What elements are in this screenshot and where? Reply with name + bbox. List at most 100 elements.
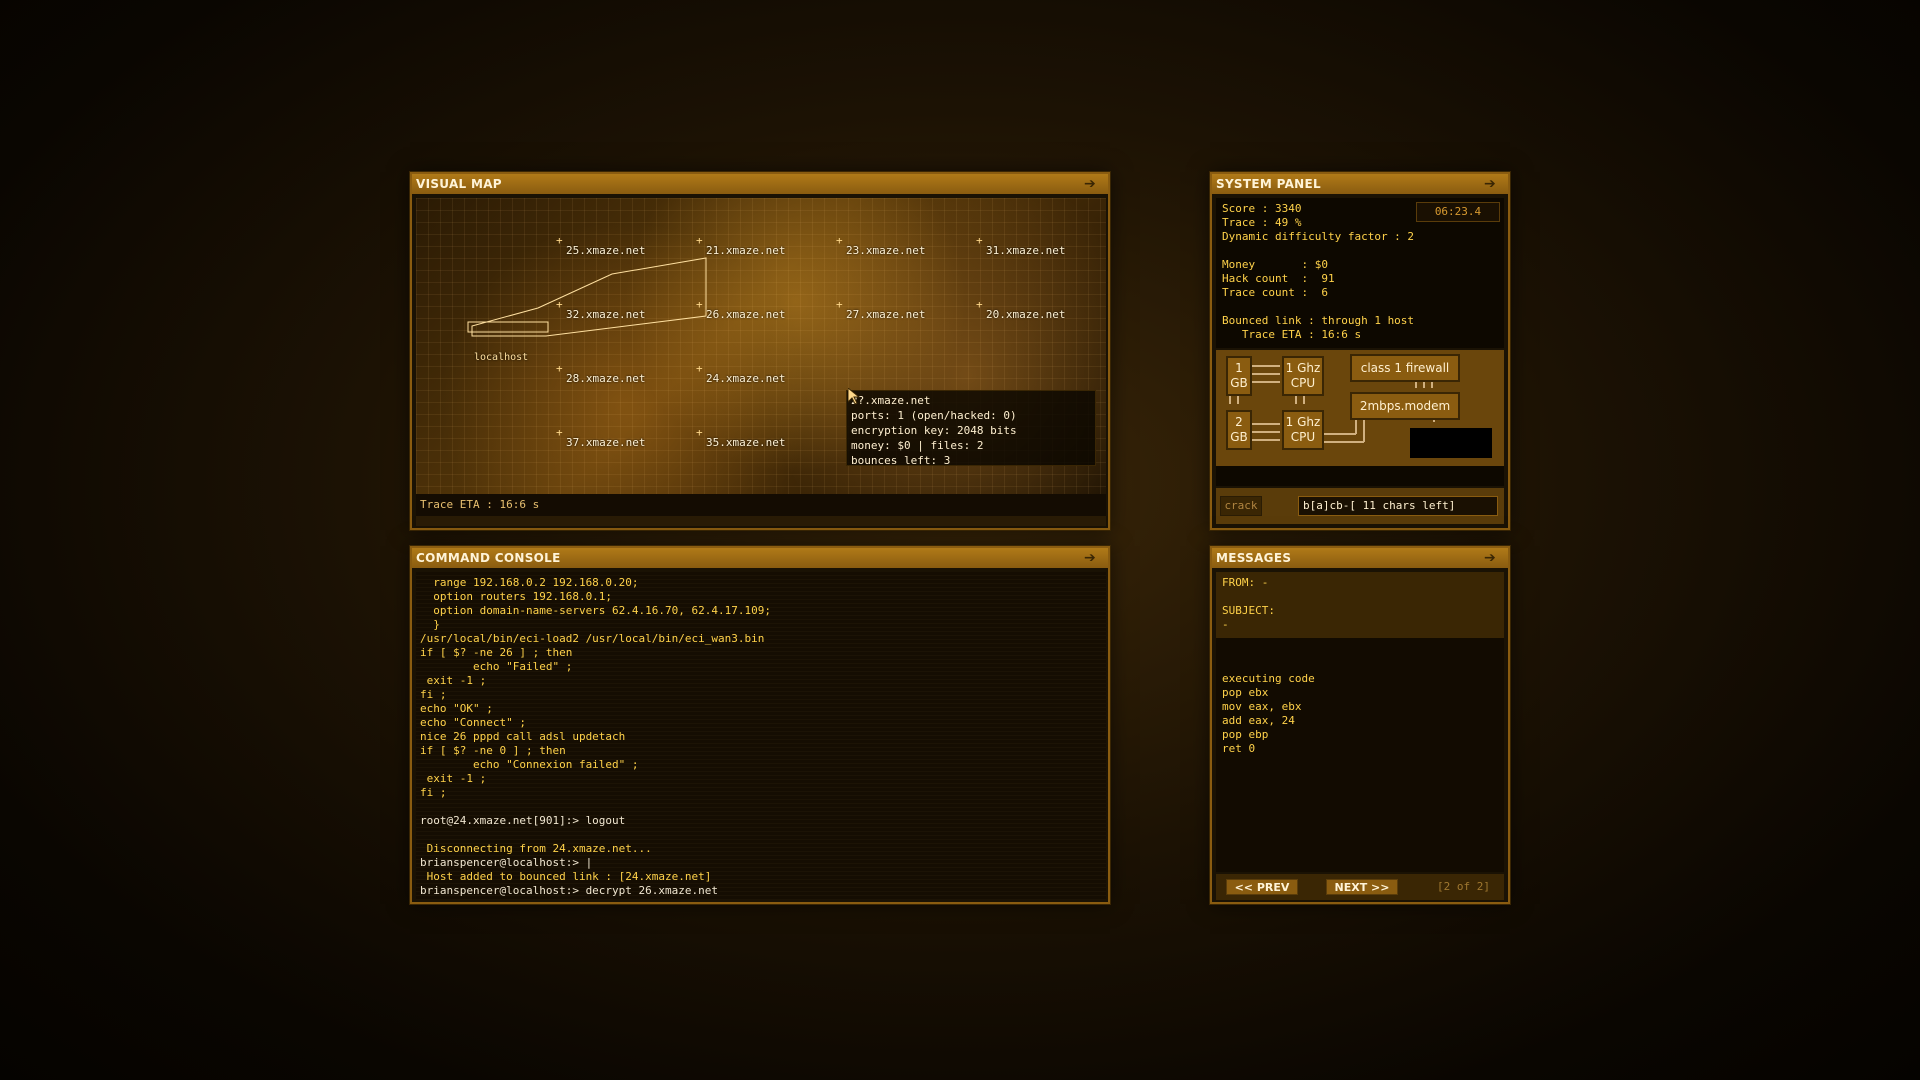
message-line: executing code [1222,672,1315,685]
ram-chip-2[interactable]: 2 GB [1226,410,1252,450]
console-line: if [ $? -ne 26 ] ; then [420,646,573,659]
message-line: add eax, 24 [1222,714,1295,727]
arrow-icon[interactable]: ➔ [1078,176,1102,192]
message-subject-label: SUBJECT: [1222,604,1275,617]
tooltip-host: 2?.xmaze.net [851,394,931,407]
tooltip-bounces: bounces left: 3 [851,454,951,467]
cpu-chip-1[interactable]: 1 Ghz CPU [1282,356,1324,396]
cpu-chip-2[interactable]: 1 Ghz CPU [1282,410,1324,450]
map-area[interactable]: + 25.xmaze.net + 21.xmaze.net + 23.xmaze… [416,198,1106,494]
map-bottom-bar [416,516,1106,526]
bounced-link: Bounced link : through 1 host [1222,314,1415,327]
console-line: echo "Connexion failed" ; [420,758,639,771]
host-label-26[interactable]: 26.xmaze.net [706,308,785,321]
console-line: brianspencer@localhost:> | [420,856,593,869]
host-marker[interactable]: + [696,426,703,439]
host-marker[interactable]: + [556,298,563,311]
host-marker[interactable]: + [556,234,563,247]
host-label-24[interactable]: 24.xmaze.net [706,372,785,385]
console-line: brianspencer@localhost:> decrypt 26.xmaz… [420,884,719,897]
ram-chip-1[interactable]: 1 GB [1226,356,1252,396]
host-tooltip: 2?.xmaze.net ports: 1 (open/hacked: 0) e… [846,390,1096,467]
crack-button[interactable]: crack [1220,496,1262,516]
host-marker[interactable]: + [836,234,843,247]
console-line: Host added to bounced link : [24.xmaze.n… [420,870,712,883]
console-line: fi ; [420,786,447,799]
host-marker[interactable]: + [976,298,983,311]
arrow-icon[interactable]: ➔ [1478,176,1502,192]
timer: 06:23.4 [1416,202,1500,222]
hardware-empty-slot [1410,428,1492,458]
host-label-31[interactable]: 31.xmaze.net [986,244,1065,257]
host-label-20[interactable]: 20.xmaze.net [986,308,1065,321]
trace-eta: Trace ETA : 16:6 s [1222,328,1362,341]
mouse-cursor-icon [848,388,861,405]
tooltip-encryption: encryption key: 2048 bits [851,424,1017,437]
host-marker[interactable]: + [836,298,843,311]
message-subject: - [1222,618,1229,631]
panel-title: MESSAGES [1216,551,1292,565]
command-console-header: COMMAND CONSOLE ➔ [412,548,1108,568]
messages-panel: MESSAGES ➔ FROM: - SUBJECT: - executing … [1210,546,1510,904]
host-marker[interactable]: + [556,362,563,375]
trace-count: Trace count : 6 [1222,286,1328,299]
host-label-32[interactable]: 32.xmaze.net [566,308,645,321]
panel-title: SYSTEM PANEL [1216,177,1321,191]
host-label-21[interactable]: 21.xmaze.net [706,244,785,257]
host-marker[interactable]: + [556,426,563,439]
host-label-28[interactable]: 28.xmaze.net [566,372,645,385]
message-line: ret 0 [1222,742,1256,755]
modem-chip[interactable]: 2mbps.modem [1350,392,1460,420]
console-line: fi ; [420,688,447,701]
system-panel: SYSTEM PANEL ➔ Score : 3340 Trace : 49 %… [1210,172,1510,530]
message-navigation: << PREV NEXT >> [2 of 2] [1216,874,1504,900]
arrow-icon[interactable]: ➔ [1478,550,1502,566]
command-console-panel: COMMAND CONSOLE ➔ range 192.168.0.2 192.… [410,546,1110,904]
host-label-37[interactable]: 37.xmaze.net [566,436,645,449]
prev-button[interactable]: << PREV [1226,879,1298,895]
console-line: range 192.168.0.2 192.168.0.20; [420,576,639,589]
console-line: option routers 192.168.0.1; [420,590,613,603]
crack-row: crack b[a]cb-[ 11 chars left] [1216,488,1504,524]
tooltip-money: money: $0 | files: 2 [851,439,984,452]
console-output[interactable]: range 192.168.0.2 192.168.0.20; option r… [416,572,1106,900]
system-panel-header: SYSTEM PANEL ➔ [1212,174,1508,194]
message-line: mov eax, ebx [1222,700,1302,713]
message-from: FROM: - [1222,576,1269,589]
messages-header: MESSAGES ➔ [1212,548,1508,568]
next-button[interactable]: NEXT >> [1326,879,1398,895]
host-label-27[interactable]: 27.xmaze.net [846,308,925,321]
console-line: nice 26 pppd call adsl updetach [420,730,626,743]
message-line: pop ebx [1222,686,1269,699]
panel-title: VISUAL MAP [416,177,502,191]
map-trace-eta: Trace ETA : 16:6 s [416,494,1106,516]
crack-input[interactable]: b[a]cb-[ 11 chars left] [1298,496,1498,516]
host-label-35[interactable]: 35.xmaze.net [706,436,785,449]
hardware-strip [1216,466,1504,486]
console-line: exit -1 ; [420,772,487,785]
message-line: pop ebp [1222,728,1269,741]
console-line: echo "Failed" ; [420,660,573,673]
console-line: echo "Connect" ; [420,716,526,729]
message-header: FROM: - SUBJECT: - [1216,572,1504,638]
host-marker[interactable]: + [696,362,703,375]
console-line: option domain-name-servers 62.4.16.70, 6… [420,604,771,617]
arrow-icon[interactable]: ➔ [1078,550,1102,566]
console-line: } [420,618,440,631]
localhost-label[interactable]: localhost [474,352,528,363]
host-marker[interactable]: + [976,234,983,247]
message-body: executing code pop ebx mov eax, ebx add … [1216,638,1504,872]
console-line: if [ $? -ne 0 ] ; then [420,744,566,757]
console-line: Disconnecting from 24.xmaze.net... [420,842,652,855]
firewall-chip[interactable]: class 1 firewall [1350,354,1460,382]
host-label-25[interactable]: 25.xmaze.net [566,244,645,257]
host-label-23[interactable]: 23.xmaze.net [846,244,925,257]
host-marker[interactable]: + [696,298,703,311]
difficulty-factor: Dynamic difficulty factor : 2 [1222,230,1415,243]
host-marker[interactable]: + [696,234,703,247]
tooltip-ports: ports: 1 (open/hacked: 0) [851,409,1017,422]
panel-title: COMMAND CONSOLE [416,551,561,565]
console-line: /usr/local/bin/eci-load2 /usr/local/bin/… [420,632,765,645]
